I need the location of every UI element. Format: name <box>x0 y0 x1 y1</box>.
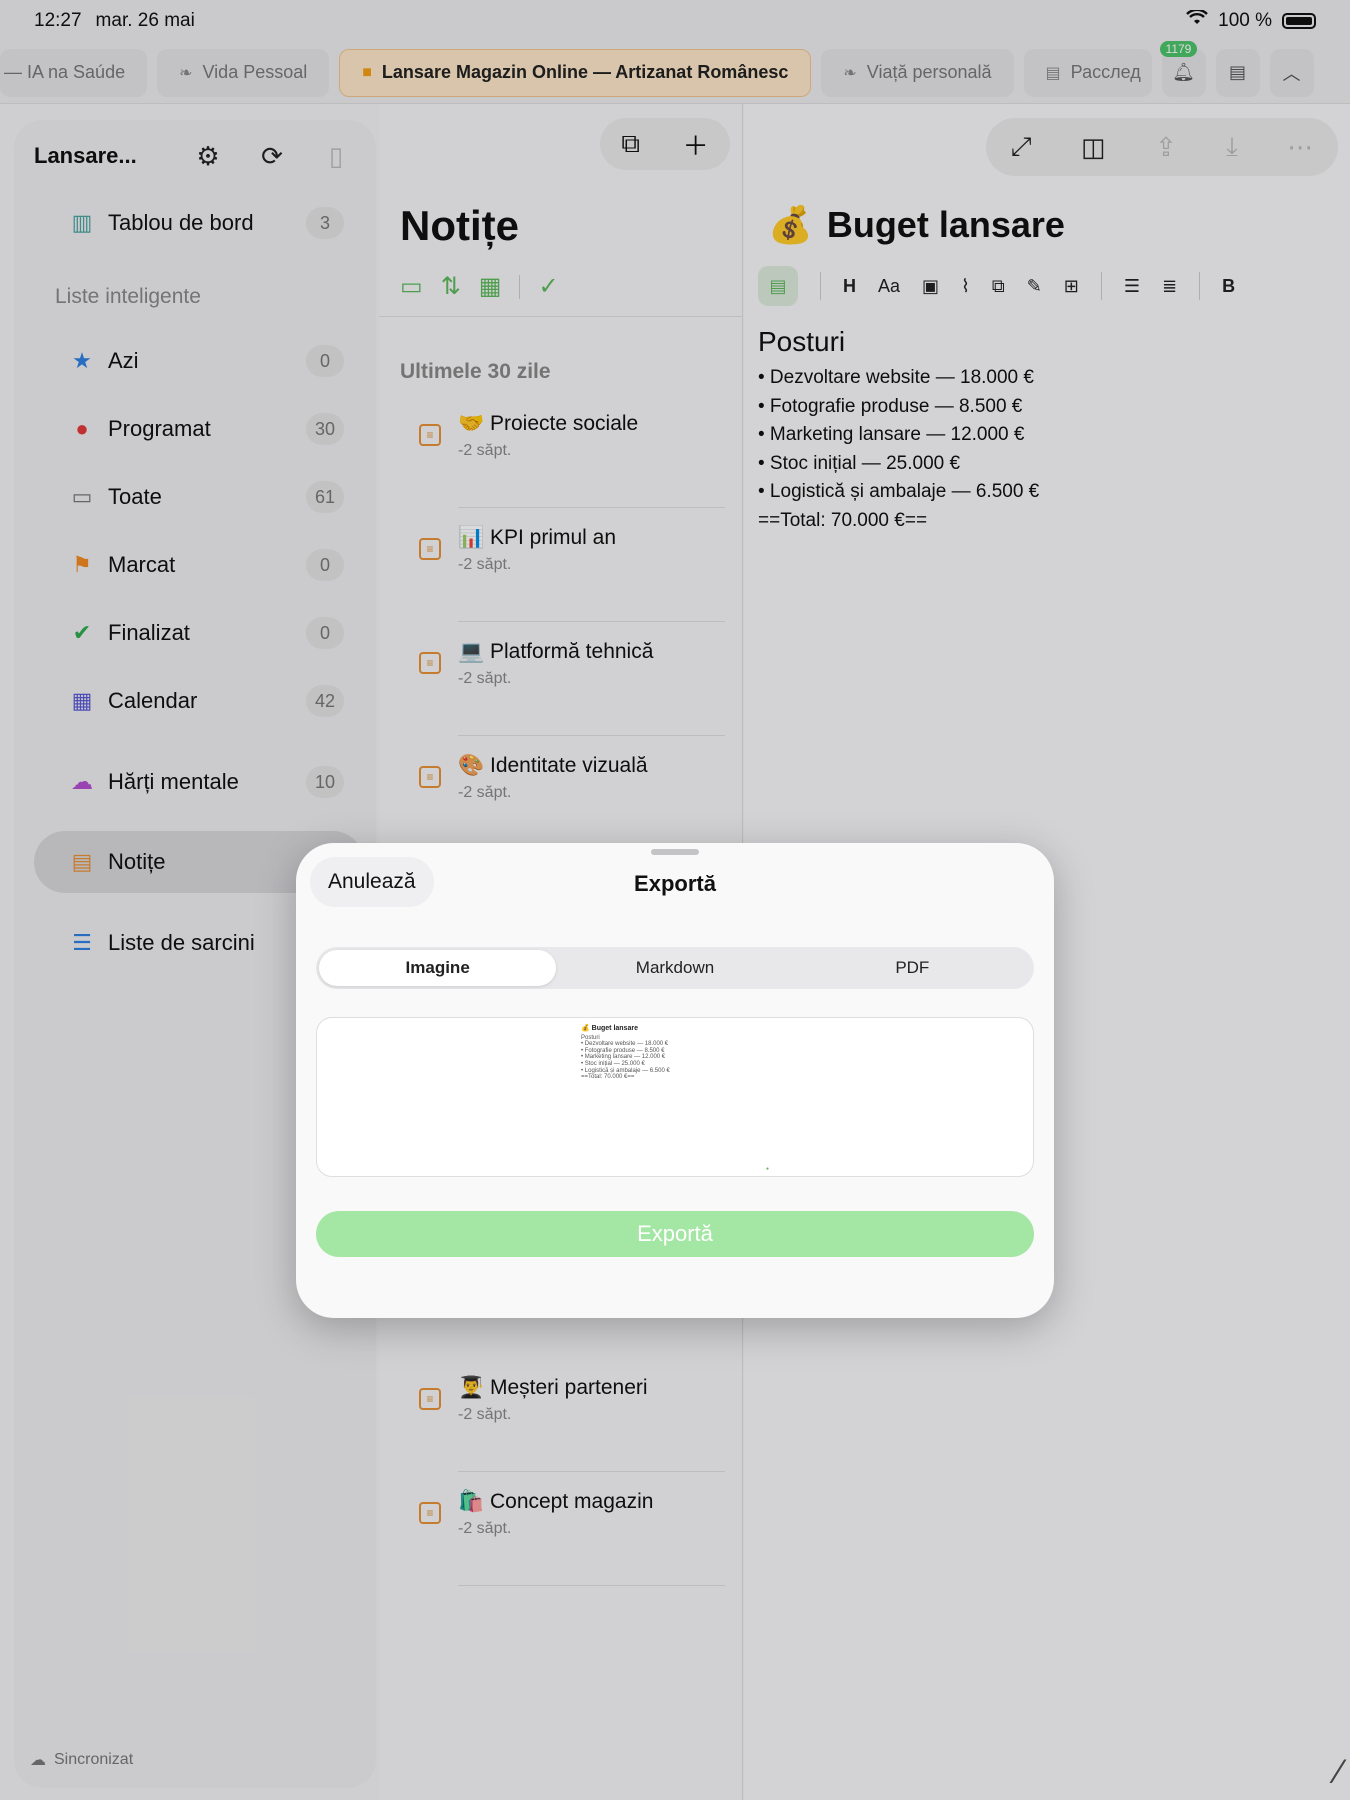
preview-emoji: 💰 <box>581 1025 590 1032</box>
export-format-selector: Imagine Markdown PDF <box>316 947 1034 989</box>
format-option-pdf[interactable]: PDF <box>794 950 1031 986</box>
preview-title: Buget lansare <box>591 1025 638 1032</box>
preview-line: Posturi <box>581 1034 600 1041</box>
export-preview: 💰 Buget lansare Posturi • Dezvoltare web… <box>316 1017 1034 1177</box>
preview-line: • Marketing lansare — 12.000 € <box>581 1054 666 1061</box>
preview-line: • Fotografie produse — 8.500 € <box>581 1047 665 1054</box>
export-button[interactable]: Exportă <box>316 1211 1034 1257</box>
preview-line: ==Total: 70.000 €== <box>581 1074 635 1081</box>
sheet-title: Exportă <box>634 871 716 896</box>
pencil-stroke-icon: ⁄ <box>1336 1753 1342 1791</box>
export-sheet: Anulează Exportă Imagine Markdown PDF 💰 … <box>296 843 1054 1318</box>
preview-thumbnail: 💰 Buget lansare Posturi • Dezvoltare web… <box>581 1025 670 1081</box>
format-option-markdown[interactable]: Markdown <box>556 950 793 986</box>
preview-line: • Logistică și ambalaje — 6.500 € <box>581 1067 670 1074</box>
sheet-grabber[interactable] <box>651 849 699 855</box>
preview-watermark-icon: ● <box>765 1166 769 1172</box>
preview-line: • Dezvoltare website — 18.000 € <box>581 1041 669 1048</box>
preview-line: • Stoc inițial — 25.000 € <box>581 1060 645 1067</box>
format-option-image[interactable]: Imagine <box>319 950 557 986</box>
